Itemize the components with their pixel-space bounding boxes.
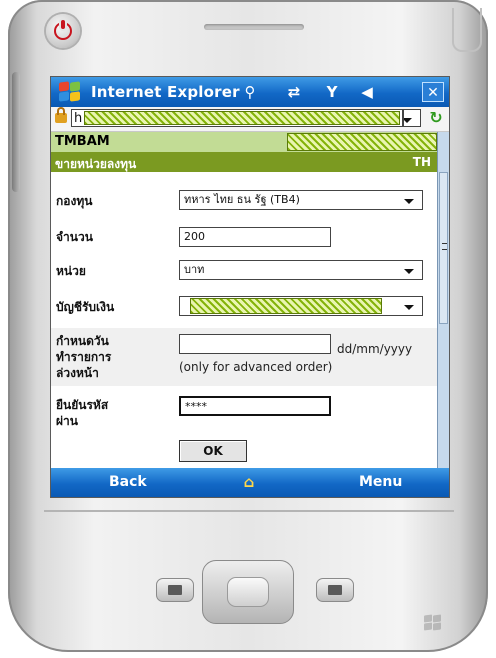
signal-off-icon[interactable]: Y	[321, 82, 343, 102]
redacted-header-mask	[287, 133, 437, 151]
navigation-dpad[interactable]	[202, 560, 294, 624]
section-header: ขายหน่วยลงทุน TH	[51, 152, 437, 172]
brand-header: TMBAM	[51, 132, 437, 152]
contacts-icon	[328, 585, 342, 595]
power-icon	[54, 20, 72, 40]
page-scrollbar[interactable]	[437, 132, 449, 468]
app-title: Internet Explorer	[91, 83, 240, 101]
password-label-2: ผ่าน	[56, 414, 78, 428]
dpad-center-button[interactable]	[227, 577, 269, 607]
password-label-1: ยืนยันรหัส	[56, 398, 109, 412]
scroll-thumb[interactable]	[439, 172, 448, 324]
windows-mobile-logo	[422, 614, 444, 632]
amount-label: จำนวน	[56, 230, 93, 244]
earpiece-speaker	[204, 24, 304, 30]
password-input[interactable]: ****	[179, 396, 331, 416]
advance-date-label-3: ล่วงหน้า	[56, 366, 99, 380]
ok-button[interactable]: OK	[179, 440, 247, 462]
scroll-grip-icon	[442, 243, 447, 250]
amount-input[interactable]: 200	[179, 227, 331, 247]
fund-select[interactable]: ทหาร ไทย ธน รัฐ (TB4)	[179, 190, 423, 210]
left-softkey-hardware-button[interactable]	[156, 578, 194, 602]
volume-icon[interactable]: ◀	[355, 82, 379, 102]
address-bar: h ↻	[51, 107, 449, 132]
advance-date-input[interactable]	[179, 334, 331, 354]
side-volume-key[interactable]	[12, 72, 20, 192]
advanced-order-note: (only for advanced order)	[179, 360, 333, 374]
unit-select[interactable]: บาท	[179, 260, 423, 280]
section-title: ขายหน่วยลงทุน	[55, 157, 137, 171]
home-icon[interactable]: ⌂	[239, 473, 259, 491]
language-toggle[interactable]: TH	[413, 155, 431, 169]
windows-start-icon[interactable]	[57, 81, 83, 103]
lock-icon	[55, 107, 67, 123]
stylus-slot	[452, 8, 482, 52]
brand-name: TMBAM	[55, 134, 110, 149]
redacted-url-mask	[84, 111, 400, 125]
unit-label: หน่วย	[56, 264, 86, 278]
back-softkey[interactable]: Back	[109, 474, 147, 490]
device-screen: Internet Explorer ⚲ ⇄ Y ◀ ✕ h ↻ TMBAM ขา…	[50, 76, 450, 498]
fund-label: กองทุน	[56, 194, 93, 208]
bezel-divider	[44, 510, 454, 512]
account-label: บัญชีรับเงิน	[56, 300, 115, 314]
url-text: h	[74, 111, 85, 126]
soft-key-bar: Back ⌂ Menu	[51, 468, 449, 497]
advance-date-label-1: กำหนดวัน	[56, 334, 109, 348]
title-bar: Internet Explorer ⚲ ⇄ Y ◀ ✕	[51, 77, 449, 107]
account-select[interactable]	[179, 296, 423, 316]
web-page: TMBAM ขายหน่วยลงทุน TH กองทุน ทหาร ไทย ธ…	[51, 132, 437, 468]
go-arrow-icon[interactable]: ↻	[427, 109, 445, 127]
right-softkey-hardware-button[interactable]	[316, 578, 354, 602]
sync-icon[interactable]: ⇄	[283, 82, 305, 102]
redacted-account-mask	[190, 298, 382, 314]
menu-softkey[interactable]: Menu	[359, 474, 402, 490]
close-button[interactable]: ✕	[422, 82, 444, 102]
connectivity-icon[interactable]: ⚲	[241, 82, 259, 102]
power-button[interactable]	[46, 14, 80, 48]
advance-date-label-2: ทำรายการ	[56, 350, 112, 364]
date-format-hint: dd/mm/yyyy	[337, 342, 413, 356]
url-input[interactable]: h	[71, 109, 403, 127]
url-history-dropdown[interactable]	[403, 109, 421, 127]
calendar-icon	[168, 585, 182, 595]
